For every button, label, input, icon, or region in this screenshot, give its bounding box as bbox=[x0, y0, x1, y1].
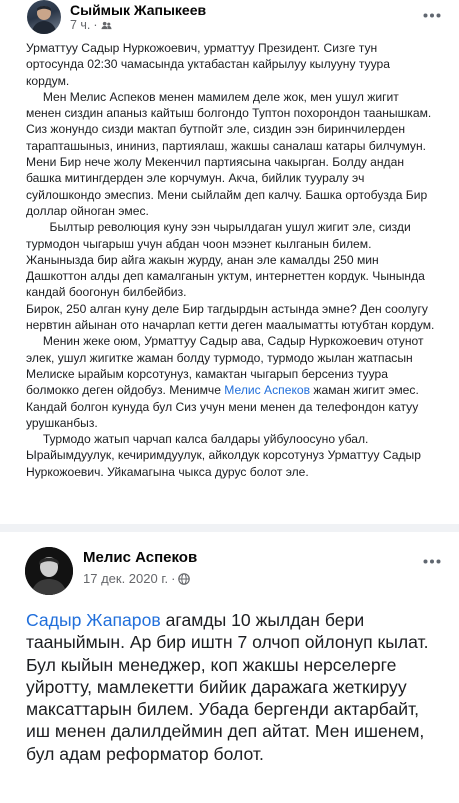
post-time[interactable]: 7 ч. bbox=[70, 18, 90, 32]
paragraph: Менин жеке оюм, Урматтуу Садыр ава, Сады… bbox=[26, 334, 427, 430]
post-meta: 17 дек. 2020 г. · bbox=[83, 571, 191, 586]
globe-icon bbox=[178, 572, 191, 585]
paragraph: Мен Мелис Аспеков менен мамилем деле жок… bbox=[26, 89, 435, 218]
more-options-icon[interactable] bbox=[419, 6, 445, 24]
profile-photo-icon bbox=[31, 6, 57, 34]
post-text: Урматтуу Садыр Нуркожоевич, урматтуу Пре… bbox=[26, 40, 436, 480]
avatar[interactable] bbox=[27, 0, 61, 34]
post-date[interactable]: 17 дек. 2020 г. bbox=[83, 571, 168, 586]
more-options-icon[interactable] bbox=[419, 552, 445, 570]
author-name[interactable]: Сыймык Жапыкеев bbox=[70, 2, 206, 18]
paragraph: Былтыр революция куну ээн чырылдаган ушу… bbox=[26, 220, 429, 300]
shared-post-card: Мелис Аспеков 17 дек. 2020 г. · Садыр Жа… bbox=[0, 532, 459, 803]
mention-link[interactable]: Мелис Аспеков bbox=[224, 383, 310, 397]
friends-icon bbox=[101, 21, 112, 29]
author-name[interactable]: Мелис Аспеков bbox=[83, 549, 197, 566]
profile-photo-icon bbox=[25, 547, 73, 595]
post-card-1: Сыймык Жапыкеев 7 ч. · Урматтуу Садыр Ну… bbox=[0, 0, 459, 524]
mention-link[interactable]: Садыр Жапаров bbox=[26, 610, 161, 630]
post-meta: 7 ч. · bbox=[70, 18, 112, 32]
paragraph: Бирок, 250 алган куну деле Бир тагдырдын… bbox=[26, 301, 435, 333]
paragraph: Садыр Жапаров агамды 10 жылдан бери таан… bbox=[26, 610, 429, 764]
post-text: Садыр Жапаров агамды 10 жылдан бери таан… bbox=[26, 609, 446, 765]
paragraph: Урматтуу Садыр Нуркожоевич, урматтуу Пре… bbox=[26, 41, 390, 88]
avatar[interactable] bbox=[25, 547, 73, 595]
paragraph: Турмодо жатып чарчап калса балдары уйбул… bbox=[26, 432, 425, 479]
